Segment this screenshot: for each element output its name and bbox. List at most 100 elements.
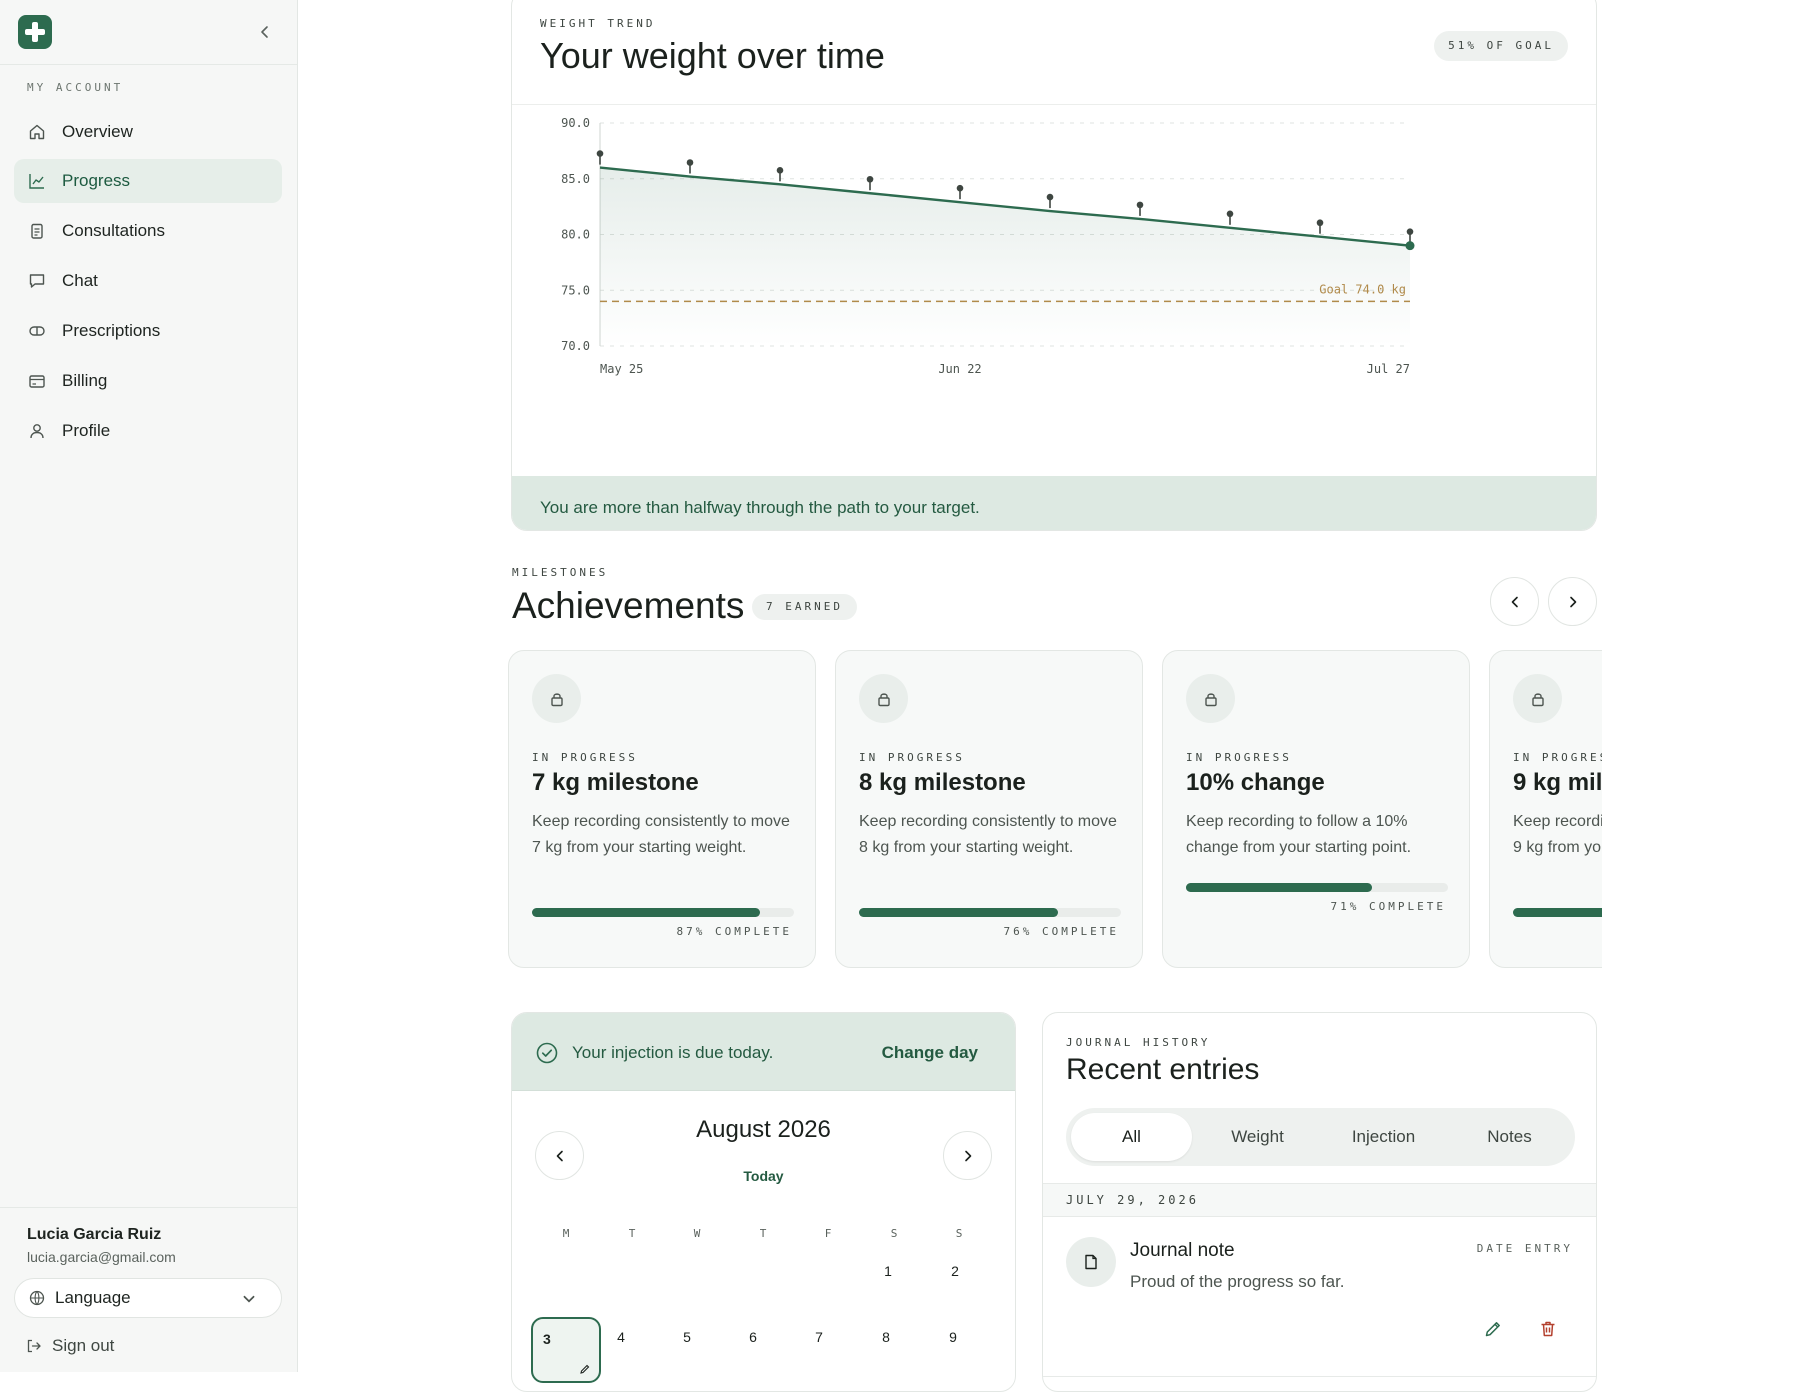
tab-all[interactable]: All (1071, 1113, 1192, 1161)
sidebar-item-billing[interactable]: Billing (14, 359, 282, 403)
journal-history-card: JOURNAL HISTORY Recent entries All Weigh… (1042, 1012, 1597, 1392)
achievement-card[interactable]: IN PROGRESS 7 kg milestone Keep recordin… (508, 650, 816, 968)
goal-percent-badge: 51% OF GOAL (1434, 31, 1568, 61)
achievement-progress-bar (859, 908, 1121, 917)
injection-due-text: Your injection is due today. (572, 1043, 774, 1062)
achievements-next-button[interactable] (1548, 577, 1597, 626)
sidebar-item-progress[interactable]: Progress (14, 159, 282, 203)
calendar-day[interactable]: 5 (672, 1329, 702, 1345)
lock-icon (532, 674, 581, 723)
calendar-day[interactable]: 1 (873, 1263, 903, 1279)
tab-injection[interactable]: Injection (1323, 1113, 1444, 1161)
chevron-left-icon (556, 1150, 563, 1161)
achievement-card[interactable]: IN PROGRESS 8 kg milestone Keep recordin… (835, 650, 1143, 968)
chart-y-axis: 90.0 85.0 80.0 75.0 70.0 (561, 116, 590, 353)
language-select[interactable]: Language (14, 1278, 282, 1318)
trash-icon (1541, 1321, 1555, 1337)
entry-divider (1043, 1376, 1596, 1377)
user-name: Lucia Garcia Ruiz (27, 1226, 162, 1243)
weight-trend-eyebrow: WEIGHT TREND (540, 17, 656, 30)
sidebar-item-label: Overview (62, 122, 133, 141)
achievement-description: Keep recording consistently to move 9 kg… (1513, 813, 1602, 856)
earned-count-badge: 7 EARNED (752, 594, 857, 620)
data-point-marker (1406, 228, 1414, 235)
achievement-progress-bar (1513, 908, 1602, 917)
data-point-marker (596, 150, 604, 157)
achievement-status: IN PROGRESS (532, 751, 638, 764)
goal-label: Goal 74.0 kg (1319, 282, 1406, 296)
chevron-right-icon (964, 1150, 971, 1161)
selected-day-number: 3 (543, 1331, 551, 1347)
sidebar-item-profile[interactable]: Profile (14, 409, 282, 453)
injection-due-banner: Your injection is due today. Change day (512, 1013, 1015, 1091)
sidebar-item-chat[interactable]: Chat (14, 259, 282, 303)
journal-filter-tabs: All Weight Injection Notes (1066, 1108, 1575, 1166)
y-tick-label: 85.0 (561, 172, 590, 186)
calendar-day[interactable]: 2 (940, 1263, 970, 1279)
tab-weight[interactable]: Weight (1197, 1113, 1318, 1161)
sidebar-section-label: MY ACCOUNT (27, 81, 124, 94)
latest-point (1405, 241, 1415, 251)
calendar-day[interactable]: 8 (871, 1329, 901, 1345)
achievement-title: 8 kg milestone (859, 769, 1026, 796)
achievement-title: 7 kg milestone (532, 769, 699, 796)
weekday-label: F (824, 1227, 832, 1240)
sidebar-item-label: Progress (62, 171, 131, 190)
delete-entry-button[interactable] (1538, 1319, 1558, 1344)
lock-icon (1513, 674, 1562, 723)
achievement-title: 10% change (1186, 769, 1325, 796)
change-day-link[interactable]: Change day (882, 1043, 978, 1063)
achievements-title: Achievements (512, 585, 745, 626)
achievement-status: IN PROGRESS (1186, 751, 1292, 764)
achievements-carousel[interactable]: IN PROGRESS 7 kg milestone Keep recordin… (506, 648, 1602, 970)
achievement-progress-bar (1186, 883, 1448, 892)
sidebar-item-label: Consultations (62, 221, 166, 240)
progress-fill (859, 908, 1059, 917)
sign-out-button[interactable]: Sign out (26, 1336, 114, 1356)
y-tick-label: 70.0 (561, 339, 590, 353)
edit-entry-button[interactable] (1483, 1319, 1503, 1344)
calendar-day[interactable]: 6 (738, 1329, 768, 1345)
calendar-day[interactable]: 4 (606, 1329, 636, 1345)
calendar-month-title: August 2026 (696, 1116, 831, 1143)
data-point-marker (1226, 210, 1234, 218)
entry-title: Journal note (1130, 1240, 1235, 1261)
weekday-label: T (628, 1227, 636, 1240)
sidebar-item-consultations[interactable]: Consultations (14, 209, 282, 253)
entry-type-tag: DATE ENTRY (1476, 1242, 1573, 1255)
weight-trend-title: Your weight over time (540, 35, 885, 76)
lock-icon (859, 674, 908, 723)
achievement-status: IN PROGRESS (859, 751, 965, 764)
weight-area (600, 167, 1410, 346)
sidebar-item-label: Billing (62, 371, 108, 390)
achievement-percent: 76% COMPLETE (1003, 925, 1119, 938)
today-link[interactable]: Today (512, 1168, 1015, 1184)
achievement-card[interactable]: IN PROGRESS 9 kg milestone Keep recordin… (1489, 650, 1602, 968)
achievement-status: IN PROGRESS (1513, 751, 1602, 764)
weekday-label: S (955, 1227, 963, 1240)
sidebar-item-overview[interactable]: Overview (14, 110, 282, 154)
clipboard-icon (31, 223, 43, 239)
calendar-day[interactable]: 7 (804, 1329, 834, 1345)
calendar-day-selected[interactable]: 3 (531, 1317, 601, 1383)
data-point-marker (956, 184, 964, 192)
logo-plus-icon[interactable] (18, 15, 52, 49)
achievement-percent: 71% COMPLETE (1330, 900, 1446, 913)
sidebar-item-prescriptions[interactable]: Prescriptions (14, 309, 282, 353)
collapse-sidebar-chevron-icon[interactable] (255, 22, 275, 42)
achievements-prev-button[interactable] (1490, 577, 1539, 626)
tab-notes[interactable]: Notes (1449, 1113, 1570, 1161)
card-icon (29, 375, 45, 388)
progress-fill (1186, 883, 1373, 892)
sidebar-divider (0, 1207, 297, 1208)
sidebar-item-label: Profile (62, 421, 111, 440)
achievement-card[interactable]: IN PROGRESS 10% change Keep recording to… (1162, 650, 1470, 968)
weekday-label: W (693, 1227, 701, 1240)
chat-icon (29, 274, 45, 288)
calendar-day[interactable]: 9 (938, 1329, 968, 1345)
x-tick-label: May 25 (600, 362, 643, 376)
y-tick-label: 80.0 (561, 228, 590, 242)
x-tick-label: Jul 27 (1367, 362, 1410, 376)
sidebar: MY ACCOUNT Overview Progress Consultatio… (0, 0, 298, 1372)
progress-fill (532, 908, 760, 917)
